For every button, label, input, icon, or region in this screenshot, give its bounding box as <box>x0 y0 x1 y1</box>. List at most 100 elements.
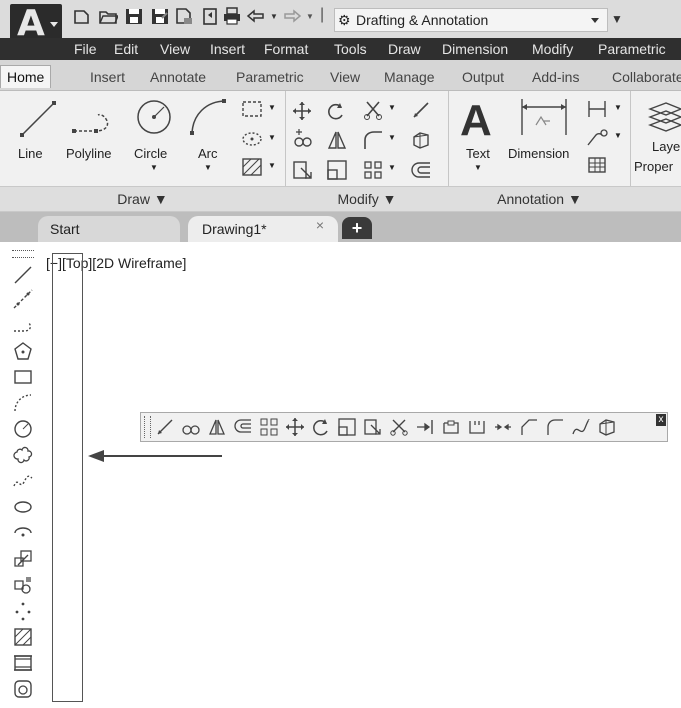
circle-dropdown-icon[interactable]: ▼ <box>150 163 158 172</box>
menu-format[interactable]: Format <box>264 38 308 60</box>
menu-view[interactable]: View <box>160 38 190 60</box>
chamfer-icon[interactable] <box>519 417 539 437</box>
polygon-icon[interactable] <box>12 340 34 362</box>
offset-icon[interactable] <box>410 159 432 181</box>
new-file-icon[interactable] <box>72 6 92 26</box>
tab-manage[interactable]: Manage <box>384 66 435 88</box>
tab-home[interactable]: Home <box>0 65 52 88</box>
close-tab-icon[interactable]: × <box>310 212 330 238</box>
workspace-dropdown[interactable]: ⚙ Drafting & Annotation <box>334 8 608 32</box>
erase-icon[interactable] <box>410 99 432 121</box>
construction-line-icon[interactable] <box>12 288 34 310</box>
circle-icon[interactable] <box>134 97 174 137</box>
leader-dropdown-icon[interactable]: ▼ <box>614 131 622 140</box>
explode-icon[interactable] <box>597 417 617 437</box>
gradient-icon[interactable] <box>12 652 34 674</box>
trim-icon[interactable] <box>362 99 384 121</box>
plot-icon[interactable] <box>222 6 242 26</box>
publish-icon[interactable] <box>174 6 194 26</box>
ellipse-icon[interactable] <box>240 129 264 149</box>
stretch-icon[interactable] <box>292 159 314 181</box>
rectangle-icon[interactable] <box>240 99 264 119</box>
extend-icon[interactable] <box>415 417 435 437</box>
leader-icon[interactable] <box>586 127 608 147</box>
polyline-icon[interactable] <box>72 105 116 137</box>
arc-icon[interactable] <box>12 392 34 414</box>
tab-start[interactable]: Start <box>38 216 180 242</box>
dimension-icon[interactable] <box>516 95 572 139</box>
tab-collaborate[interactable]: Collaborate <box>612 66 681 88</box>
modify-panel-title[interactable]: Modify ▼ <box>286 187 448 211</box>
menu-modify[interactable]: Modify <box>532 38 573 60</box>
spline-icon[interactable] <box>12 470 34 492</box>
text-dropdown-icon[interactable]: ▼ <box>474 163 482 172</box>
fillet-icon[interactable] <box>362 129 384 151</box>
revision-cloud-icon[interactable] <box>12 444 34 466</box>
arc-dropdown-icon[interactable]: ▼ <box>204 163 212 172</box>
linear-dimension-dropdown-icon[interactable]: ▼ <box>614 103 622 112</box>
scale-icon[interactable] <box>326 159 348 181</box>
hatch-icon[interactable] <box>12 626 34 648</box>
menu-edit[interactable]: Edit <box>114 38 138 60</box>
rotate-icon[interactable] <box>311 417 331 437</box>
offset-icon[interactable] <box>233 417 253 437</box>
trim-icon[interactable] <box>389 417 409 437</box>
scale-icon[interactable] <box>337 417 357 437</box>
save-icon[interactable] <box>124 6 144 26</box>
ellipse-arc-icon[interactable] <box>12 522 34 544</box>
menu-file[interactable]: File <box>74 38 97 60</box>
join-icon[interactable] <box>493 417 513 437</box>
array-icon[interactable] <box>362 159 384 181</box>
close-icon[interactable]: x <box>656 414 666 426</box>
line-icon[interactable] <box>18 99 58 139</box>
undo-dropdown-icon[interactable]: ▼ <box>270 12 278 21</box>
blend-curves-icon[interactable] <box>571 417 591 437</box>
table-icon[interactable] <box>586 155 608 175</box>
redo-dropdown-icon[interactable]: ▼ <box>306 12 314 21</box>
rectangle-icon[interactable] <box>12 366 34 388</box>
tab-view[interactable]: View <box>330 66 360 88</box>
region-icon[interactable] <box>12 678 34 700</box>
move-icon[interactable] <box>292 101 312 121</box>
rectangle-dropdown-icon[interactable]: ▼ <box>268 103 276 112</box>
layer-properties-icon[interactable] <box>646 99 681 139</box>
menu-parametric[interactable]: Parametric <box>598 38 666 60</box>
copy-icon[interactable] <box>292 129 314 151</box>
array-dropdown-icon[interactable]: ▼ <box>388 163 396 172</box>
toolbar-grip[interactable] <box>144 416 151 438</box>
insert-block-icon[interactable] <box>12 548 34 570</box>
menu-insert[interactable]: Insert <box>210 38 245 60</box>
stretch-icon[interactable] <box>363 417 383 437</box>
undo-icon[interactable] <box>246 6 266 26</box>
circle-icon[interactable] <box>12 418 34 440</box>
annotation-panel-title[interactable]: Annotation ▼ <box>449 187 630 211</box>
toolbar-grip[interactable] <box>12 250 34 258</box>
erase-icon[interactable] <box>155 417 175 437</box>
fillet-icon[interactable] <box>545 417 565 437</box>
customize-qat-icon[interactable]: ▼ <box>610 10 624 28</box>
move-icon[interactable] <box>285 417 305 437</box>
draw-panel-title[interactable]: Draw ▼ <box>0 187 285 211</box>
text-icon[interactable]: A <box>460 99 492 143</box>
tab-output[interactable]: Output <box>462 66 504 88</box>
line-icon[interactable] <box>12 264 34 286</box>
menu-tools[interactable]: Tools <box>334 38 367 60</box>
polyline-icon[interactable] <box>12 314 34 336</box>
explode-icon[interactable] <box>410 129 432 151</box>
fillet-dropdown-icon[interactable]: ▼ <box>388 133 396 142</box>
share-icon[interactable] <box>200 6 220 26</box>
open-folder-icon[interactable] <box>98 6 118 26</box>
menu-dimension[interactable]: Dimension <box>442 38 508 60</box>
make-block-icon[interactable] <box>12 574 34 596</box>
arc-icon[interactable] <box>188 97 228 137</box>
array-icon[interactable] <box>259 417 279 437</box>
point-icon[interactable] <box>12 600 34 622</box>
mirror-icon[interactable] <box>326 129 348 151</box>
menu-draw[interactable]: Draw <box>388 38 421 60</box>
new-tab-button[interactable]: + <box>342 217 372 239</box>
save-as-icon[interactable] <box>150 6 170 26</box>
tab-add-ins[interactable]: Add-ins <box>532 66 579 88</box>
tab-parametric[interactable]: Parametric <box>236 66 304 88</box>
trim-dropdown-icon[interactable]: ▼ <box>388 103 396 112</box>
break-at-point-icon[interactable] <box>441 417 461 437</box>
